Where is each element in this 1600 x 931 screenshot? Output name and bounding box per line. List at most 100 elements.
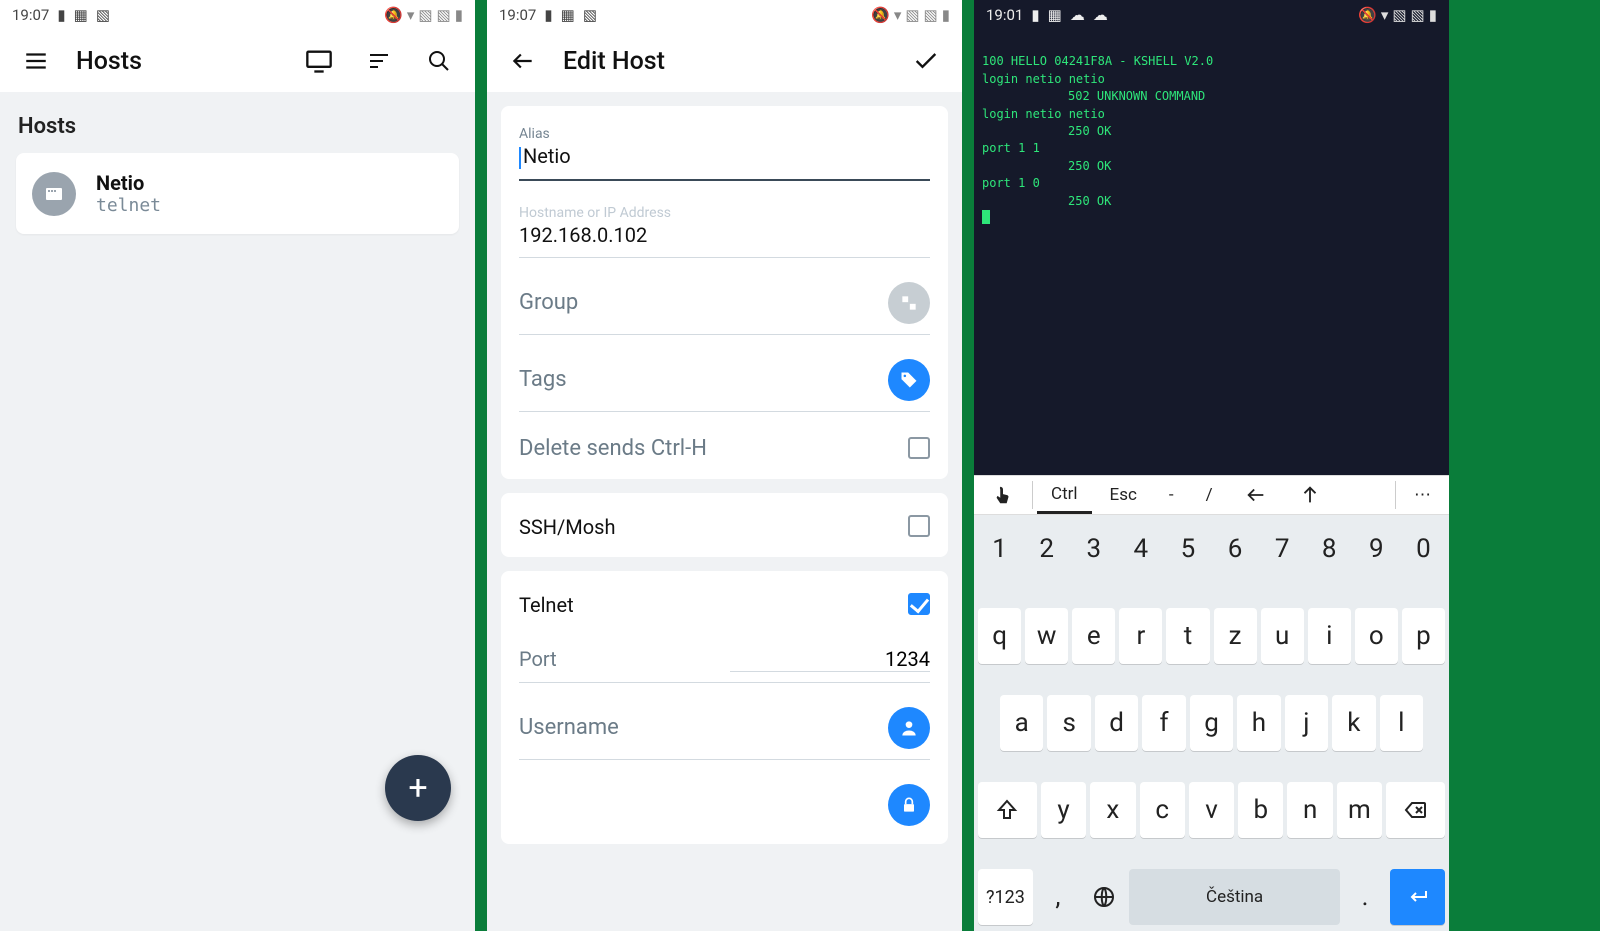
key-x[interactable]: x xyxy=(1090,782,1135,838)
enter-key[interactable] xyxy=(1390,869,1445,925)
host-row[interactable]: Netio telnet xyxy=(16,153,459,234)
key-n[interactable]: n xyxy=(1287,782,1332,838)
status-calendar-icon: ▦ xyxy=(1048,6,1062,24)
key-v[interactable]: v xyxy=(1189,782,1234,838)
port-label: Port xyxy=(519,647,557,671)
key-f[interactable]: f xyxy=(1142,695,1185,751)
key-l[interactable]: l xyxy=(1380,695,1423,751)
key-w[interactable]: w xyxy=(1025,608,1068,664)
user-icon xyxy=(899,718,919,738)
telnet-checkbox[interactable] xyxy=(908,593,930,615)
status-battery-icon: ▮ xyxy=(1429,6,1437,24)
host-avatar-icon xyxy=(32,172,76,216)
key-1[interactable]: 1 xyxy=(978,521,1021,577)
check-icon xyxy=(912,47,940,75)
telnet-card: Telnet Port 1234 Username xyxy=(501,571,948,844)
up-key[interactable] xyxy=(1285,476,1335,514)
key-o[interactable]: o xyxy=(1355,608,1398,664)
key-r[interactable]: r xyxy=(1119,608,1162,664)
key-a[interactable]: a xyxy=(1000,695,1043,751)
key-y[interactable]: y xyxy=(1041,782,1086,838)
key-p[interactable]: p xyxy=(1402,608,1445,664)
ssh-mosh-checkbox[interactable] xyxy=(908,515,930,537)
hostname-input[interactable]: 192.168.0.102 xyxy=(519,223,930,247)
telnet-label: Telnet xyxy=(519,593,908,617)
key-h[interactable]: h xyxy=(1237,695,1280,751)
confirm-button[interactable] xyxy=(906,41,946,81)
touch-mode-button[interactable] xyxy=(978,476,1028,514)
menu-button[interactable] xyxy=(16,41,56,81)
monitor-icon xyxy=(305,47,333,75)
symbols-key[interactable]: ?123 xyxy=(978,869,1033,925)
user-picker-button[interactable] xyxy=(888,707,930,749)
page-title: Edit Host xyxy=(563,47,886,76)
display-button[interactable] xyxy=(299,41,339,81)
key-7[interactable]: 7 xyxy=(1261,521,1304,577)
slash-key[interactable]: / xyxy=(1192,476,1227,514)
tags-input[interactable]: Tags xyxy=(519,367,874,392)
alias-label: Alias xyxy=(519,126,930,142)
key-8[interactable]: 8 xyxy=(1308,521,1351,577)
esc-key[interactable]: Esc xyxy=(1096,476,1151,514)
terminal-output[interactable]: 100 HELLO 04241F8A - KSHELL V2.0 login n… xyxy=(974,30,1449,253)
sort-icon xyxy=(367,49,391,73)
key-9[interactable]: 9 xyxy=(1355,521,1398,577)
arrow-up-icon xyxy=(1299,484,1321,506)
app-bar: Edit Host xyxy=(487,30,962,92)
more-key[interactable]: ⋯ xyxy=(1400,476,1445,514)
key-5[interactable]: 5 xyxy=(1166,521,1209,577)
key-4[interactable]: 4 xyxy=(1119,521,1162,577)
status-app-icon: ▮ xyxy=(57,6,65,24)
key-e[interactable]: e xyxy=(1072,608,1115,664)
comma-key[interactable]: , xyxy=(1037,869,1079,925)
group-picker-button[interactable] xyxy=(888,282,930,324)
touch-icon xyxy=(992,484,1014,506)
key-2[interactable]: 2 xyxy=(1025,521,1068,577)
dash-key[interactable]: - xyxy=(1155,476,1188,514)
search-button[interactable] xyxy=(419,41,459,81)
key-m[interactable]: m xyxy=(1337,782,1382,838)
backspace-icon xyxy=(1404,798,1428,822)
status-bar: 19:07 ▮ ▦ ▧ 🔕 ▾ ▧ ▧ ▮ xyxy=(0,0,475,30)
key-3[interactable]: 3 xyxy=(1072,521,1115,577)
key-q[interactable]: q xyxy=(978,608,1021,664)
key-u[interactable]: u xyxy=(1261,608,1304,664)
delete-ctrlh-checkbox[interactable] xyxy=(908,437,930,459)
page-title: Hosts xyxy=(76,47,279,76)
period-key[interactable]: . xyxy=(1344,869,1386,925)
key-s[interactable]: s xyxy=(1047,695,1090,751)
left-key[interactable] xyxy=(1231,476,1281,514)
key-c[interactable]: c xyxy=(1140,782,1185,838)
plus-icon: + xyxy=(408,768,427,808)
port-input[interactable]: 1234 xyxy=(730,647,930,672)
status-cloud-icon: ☁ xyxy=(1070,6,1085,24)
space-key[interactable]: Čeština xyxy=(1129,869,1340,925)
status-image-icon: ▧ xyxy=(96,6,110,24)
enter-icon xyxy=(1406,885,1430,909)
language-key[interactable] xyxy=(1083,869,1125,925)
status-image-icon: ▧ xyxy=(583,6,597,24)
backspace-key[interactable] xyxy=(1386,782,1445,838)
status-wifi-icon: ▾ xyxy=(1381,6,1389,24)
alias-input[interactable]: Netio xyxy=(519,144,930,169)
key-g[interactable]: g xyxy=(1190,695,1233,751)
key-z[interactable]: z xyxy=(1214,608,1257,664)
key-k[interactable]: k xyxy=(1332,695,1375,751)
back-button[interactable] xyxy=(503,41,543,81)
sort-button[interactable] xyxy=(359,41,399,81)
key-d[interactable]: d xyxy=(1095,695,1138,751)
key-i[interactable]: i xyxy=(1308,608,1351,664)
key-b[interactable]: b xyxy=(1238,782,1283,838)
add-host-fab[interactable]: + xyxy=(385,755,451,821)
shift-key[interactable] xyxy=(978,782,1037,838)
ctrl-key[interactable]: Ctrl xyxy=(1037,476,1092,514)
key-6[interactable]: 6 xyxy=(1214,521,1257,577)
key-0[interactable]: 0 xyxy=(1402,521,1445,577)
keyboard: 1234567890 qwertzuiop asdfghjkl yxcvbnm … xyxy=(974,515,1449,931)
tags-picker-button[interactable] xyxy=(888,359,930,401)
key-t[interactable]: t xyxy=(1166,608,1209,664)
password-picker-button[interactable] xyxy=(888,784,930,826)
username-input[interactable]: Username xyxy=(519,715,874,740)
group-input[interactable]: Group xyxy=(519,290,874,315)
key-j[interactable]: j xyxy=(1285,695,1328,751)
